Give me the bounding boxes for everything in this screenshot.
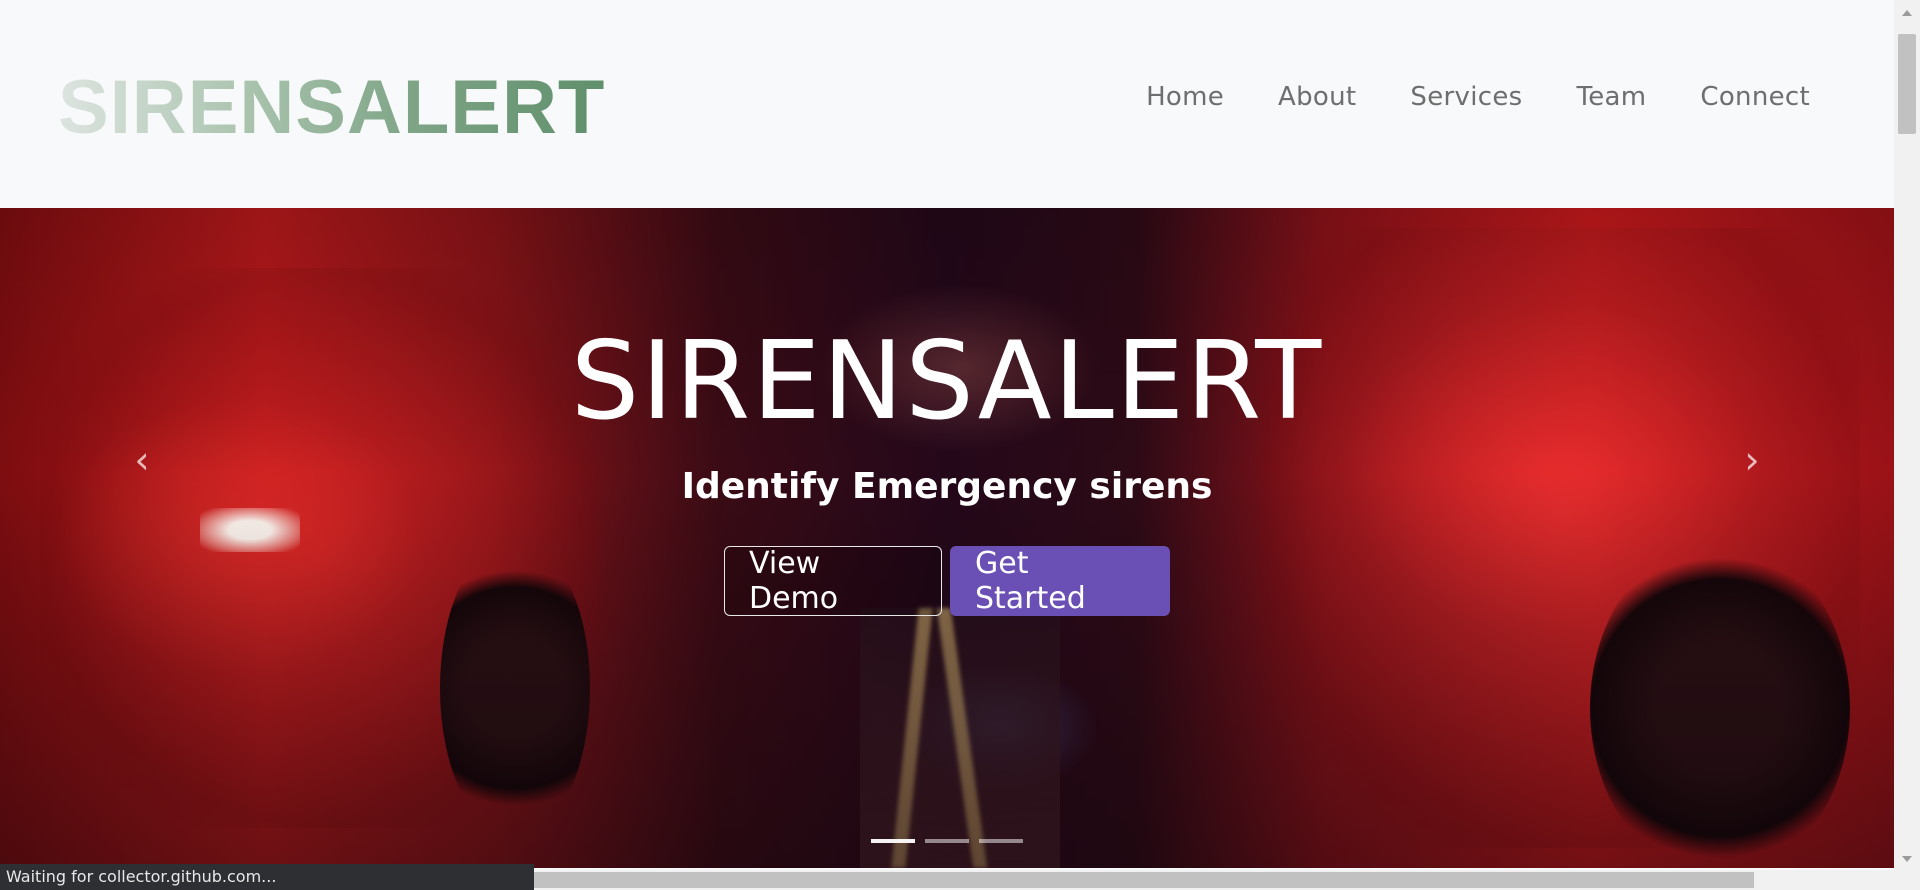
- hero-overlay: [0, 208, 1894, 868]
- nav-team[interactable]: Team: [1576, 82, 1646, 112]
- carousel-indicator-3[interactable]: [979, 839, 1023, 843]
- carousel-indicator-1[interactable]: [871, 839, 915, 843]
- scroll-up-icon[interactable]: [1902, 10, 1912, 16]
- browser-status-bar: Waiting for collector.github.com...: [0, 864, 534, 890]
- vertical-scrollbar[interactable]: [1894, 0, 1920, 870]
- nav-services[interactable]: Services: [1410, 82, 1522, 112]
- horizontal-scroll-thumb[interactable]: [534, 872, 1754, 888]
- vertical-scroll-thumb[interactable]: [1898, 34, 1916, 134]
- get-started-button[interactable]: Get Started: [950, 546, 1170, 616]
- nav-home[interactable]: Home: [1146, 82, 1224, 112]
- hero-subtitle: Identify Emergency sirens: [681, 466, 1213, 507]
- hero-buttons: View Demo Get Started: [0, 546, 1894, 616]
- hero-carousel: SIRENSALERT Identify Emergency sirens Vi…: [0, 208, 1894, 868]
- carousel-prev-icon[interactable]: ‹: [122, 440, 162, 480]
- carousel-indicators: [0, 839, 1894, 843]
- scroll-down-icon[interactable]: [1902, 856, 1912, 862]
- main-nav: Home About Services Team Connect: [1146, 82, 1810, 112]
- site-header: SIRENSALERT Home About Services Team Con…: [0, 0, 1894, 208]
- nav-connect[interactable]: Connect: [1700, 82, 1810, 112]
- nav-about[interactable]: About: [1278, 82, 1356, 112]
- view-demo-button[interactable]: View Demo: [724, 546, 942, 616]
- carousel-next-icon[interactable]: ›: [1732, 440, 1772, 480]
- carousel-indicator-2[interactable]: [925, 839, 969, 843]
- brand-logo[interactable]: SIRENSALERT: [58, 70, 605, 146]
- hero-title: SIRENSALERT: [570, 319, 1324, 444]
